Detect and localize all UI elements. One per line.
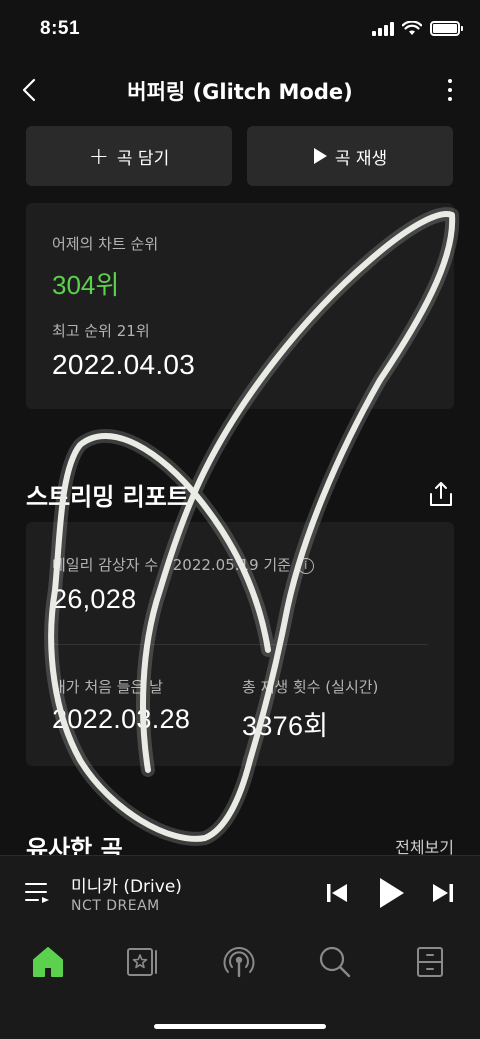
mini-player[interactable]: 미니카 (Drive) NCT DREAM xyxy=(0,855,480,932)
chart-rank-card: 어제의 차트 순위 304위 최고 순위 21위 2022.04.03 xyxy=(26,203,454,409)
cellular-signal-icon xyxy=(372,21,394,36)
podcast-icon xyxy=(223,947,255,978)
tab-search[interactable] xyxy=(317,944,353,980)
first-listen-label: 내가 처음 들은 날 xyxy=(52,678,163,696)
play-count-label: 총 재생 횟수 (실시간) xyxy=(242,678,379,696)
search-icon xyxy=(319,946,351,978)
play-icon xyxy=(313,148,327,164)
now-playing-artist: NCT DREAM xyxy=(71,898,160,914)
tab-podcast[interactable] xyxy=(221,944,257,980)
play-song-button[interactable]: 곡 재생 xyxy=(247,126,453,186)
play-icon[interactable] xyxy=(378,876,406,910)
streaming-report-title: 스트리밍 리포트 xyxy=(26,483,189,511)
play-song-label: 곡 재생 xyxy=(334,148,388,169)
tab-bar xyxy=(0,932,480,1039)
home-icon xyxy=(33,947,63,977)
tab-storage[interactable] xyxy=(412,944,448,980)
plus-icon: + xyxy=(88,142,109,170)
tab-home[interactable] xyxy=(30,944,66,980)
tab-library[interactable] xyxy=(125,944,161,980)
daily-listeners-value: 26,028 xyxy=(52,584,137,614)
wifi-icon xyxy=(402,21,422,35)
streaming-report-card: 데일리 감상자 수 / 2022.05.19 기준 i 26,028 내가 처음… xyxy=(26,522,454,766)
info-icon[interactable]: i xyxy=(297,557,314,574)
battery-icon xyxy=(430,21,463,36)
best-rank-date: 2022.04.03 xyxy=(52,349,196,380)
queue-icon[interactable] xyxy=(24,880,52,906)
add-song-button[interactable]: + 곡 담기 xyxy=(26,126,232,186)
share-icon[interactable] xyxy=(428,480,454,508)
library-icon xyxy=(127,948,157,976)
play-count-value: 3376회 xyxy=(242,711,329,741)
previous-track-icon[interactable] xyxy=(326,882,348,904)
nav-bar: 버퍼링 (Glitch Mode) xyxy=(0,64,480,116)
now-playing-title: 미니카 (Drive) xyxy=(71,877,182,897)
storage-icon xyxy=(417,947,443,977)
yesterday-rank-value: 304위 xyxy=(52,270,120,300)
status-bar: 8:51 xyxy=(0,0,480,60)
daily-listeners-label-text: 데일리 감상자 수 / 2022.05.19 기준 xyxy=(52,556,291,574)
best-rank-label: 최고 순위 21위 xyxy=(52,322,150,340)
first-listen-value: 2022.03.28 xyxy=(52,704,191,734)
status-time: 8:51 xyxy=(40,18,81,39)
home-indicator xyxy=(154,1024,326,1029)
daily-listeners-label: 데일리 감상자 수 / 2022.05.19 기준 i xyxy=(52,554,314,575)
yesterday-rank-label: 어제의 차트 순위 xyxy=(52,235,159,253)
next-track-icon[interactable] xyxy=(432,882,454,904)
page-title: 버퍼링 (Glitch Mode) xyxy=(127,80,353,104)
divider xyxy=(52,644,428,645)
more-options-button[interactable] xyxy=(438,74,462,106)
status-icons xyxy=(372,21,463,36)
add-song-label: 곡 담기 xyxy=(116,148,170,169)
